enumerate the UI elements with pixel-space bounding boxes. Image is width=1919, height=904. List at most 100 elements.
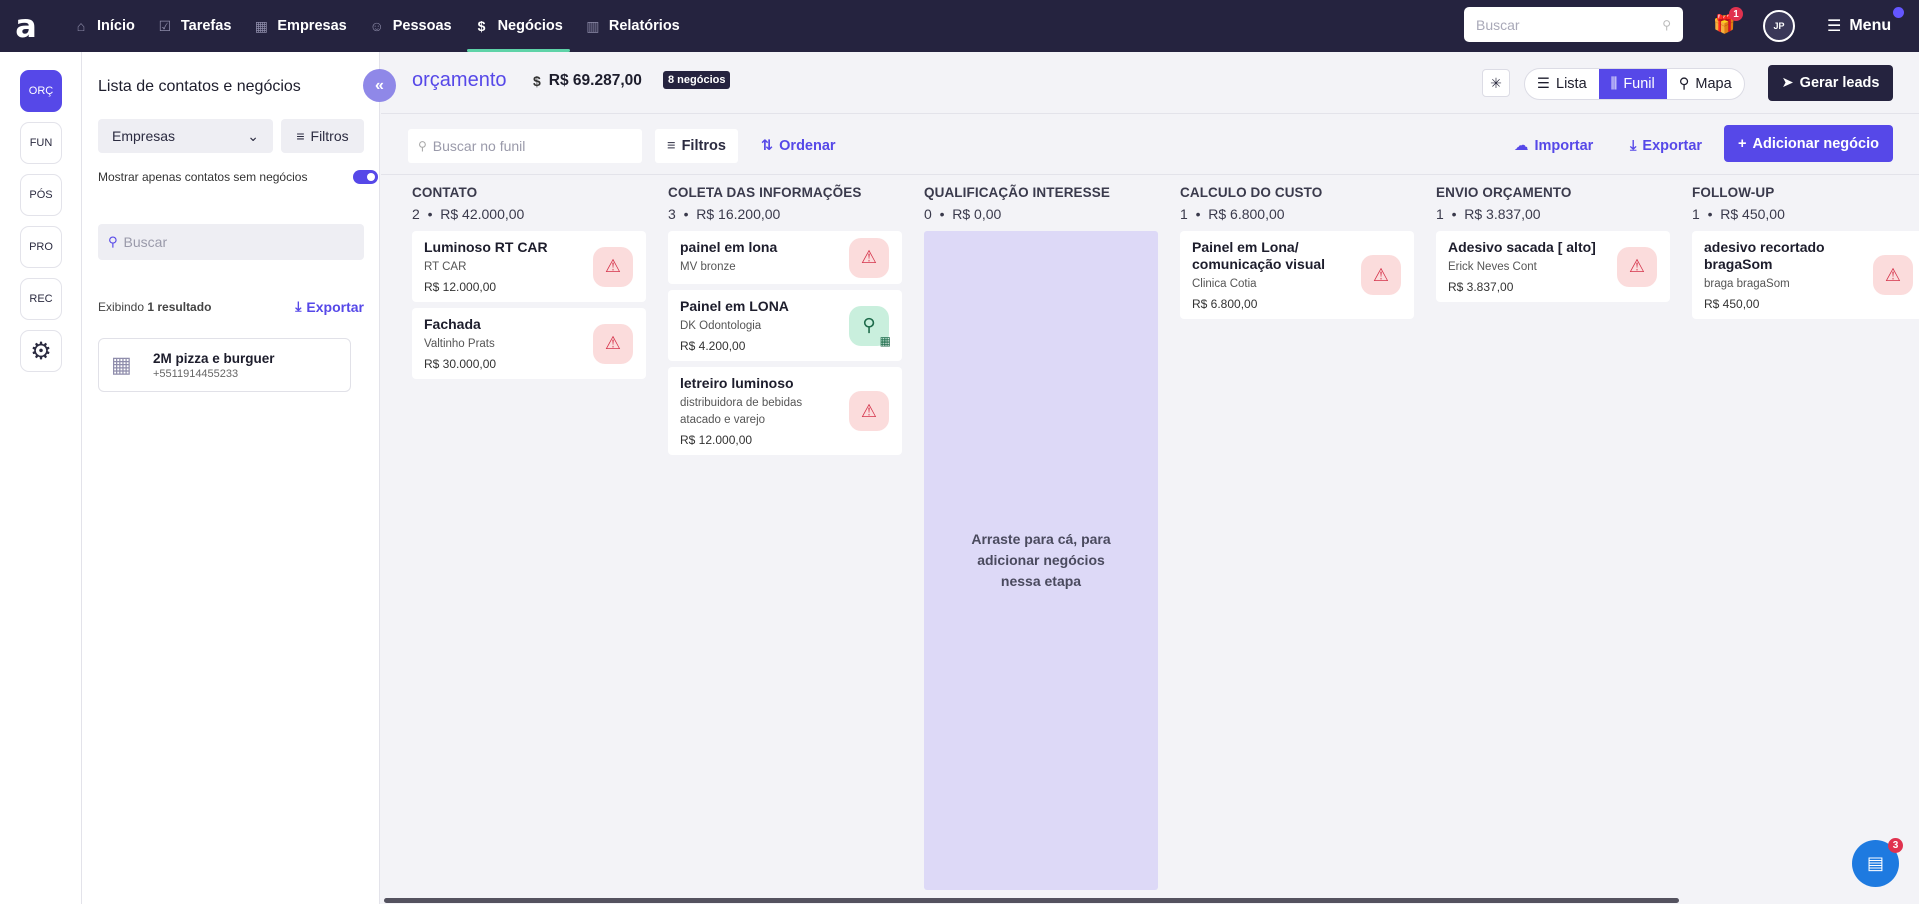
deal-company: DK Odontologia xyxy=(680,320,762,332)
panel-search-input[interactable] xyxy=(123,234,354,250)
deal-card[interactable]: Painel em Lona/ comunicação visual Clinic… xyxy=(1180,231,1414,319)
download-icon: ⤓ xyxy=(295,298,302,314)
nav-item-1[interactable]: ☑ Tarefas xyxy=(150,0,239,52)
pipeline-tab-1[interactable]: FUN xyxy=(20,122,62,164)
nav-item-4[interactable]: $ Negócios xyxy=(466,0,571,52)
gear-icon[interactable]: ⚙ xyxy=(20,330,62,372)
warning-icon[interactable]: ⚠ xyxy=(849,237,889,278)
contact-card[interactable]: ▦ 2M pizza e burguer +5511914455233 xyxy=(98,338,351,392)
nav-item-3[interactable]: ☺ Pessoas xyxy=(362,0,459,52)
import-button[interactable]: ☁ Importar xyxy=(1514,129,1593,163)
deal-card[interactable]: Fachada Valtinho Prats R$ 30.000,00 ⚠ xyxy=(412,308,646,379)
global-search[interactable]: ⚲ xyxy=(1464,7,1683,42)
panel-search[interactable]: ⚲ xyxy=(98,224,364,260)
stage-total: R$ 6.800,00 xyxy=(1208,206,1285,222)
menu-button[interactable]: ☰ Menu xyxy=(1827,0,1891,52)
deal-card[interactable]: painel em lona MV bronze ⚠ xyxy=(668,231,902,284)
deal-card[interactable]: letreiro luminoso distribuidora de bebida… xyxy=(668,367,902,455)
funnel-search-input[interactable] xyxy=(432,138,632,154)
pipeline-tab-0[interactable]: ORÇ xyxy=(20,70,62,112)
pipeline-header: orçamento $ R$ 69.287,00 8 negócios ✳ ☰ L… xyxy=(381,52,1919,114)
entity-select[interactable]: Empresas ⌄ xyxy=(98,119,273,153)
main-nav: ⌂ Início ☑ Tarefas ▦ Empresas ☺ Pessoas $ Negócio… xyxy=(66,0,695,52)
deal-value: R$ 12.000,00 xyxy=(680,433,753,447)
deal-card[interactable]: Painel em LONA DK Odontologia R$ 4.200,00 ⚲… xyxy=(668,290,902,361)
stage-column: QUALIFICAÇÃO INTERESSE 0 • R$ 0,00 Arraste… xyxy=(924,185,1158,890)
nav-item-label: Negócios xyxy=(497,18,563,34)
app-logo[interactable]: a xyxy=(0,0,52,52)
deal-card[interactable]: adesivo recortado bragaSom braga bragaSom… xyxy=(1692,231,1919,319)
deal-card[interactable]: Luminoso RT CAR RT CAR R$ 12.000,00 ⚠ xyxy=(412,231,646,302)
main-area: orçamento $ R$ 69.287,00 8 negócios ✳ ☰ L… xyxy=(381,52,1919,904)
pipeline-rail: ⚙ ORÇ FUN PÓS PRO REC xyxy=(0,52,82,904)
panel-export-button[interactable]: ⤓ Exportar xyxy=(295,298,364,315)
stage-cards: painel em lona MV bronze ⚠ Painel em LONA DK… xyxy=(668,231,902,455)
sort-icon: ⇅ xyxy=(761,138,774,154)
deal-title: Fachada xyxy=(424,316,481,332)
warning-icon[interactable]: ⚠ xyxy=(593,323,633,364)
stage-title: COLETA DAS INFORMAÇÕES xyxy=(668,185,862,200)
upload-cloud-icon: ☁ xyxy=(1514,138,1529,154)
view-option-2[interactable]: ⚲ Mapa xyxy=(1667,69,1744,99)
deal-company: Clinica Cotia xyxy=(1192,278,1257,290)
location-pin-icon[interactable]: ⚲ ▦ xyxy=(849,305,891,348)
deal-title: letreiro luminoso xyxy=(680,375,794,391)
empty-drop-zone[interactable]: Arraste para cá, para adicionar negócios… xyxy=(924,231,1158,890)
building-icon: ▦ xyxy=(111,352,132,377)
view-option-label: Lista xyxy=(1556,76,1587,92)
deal-value: R$ 450,00 xyxy=(1704,297,1760,311)
only-without-deals-toggle[interactable] xyxy=(353,170,378,184)
stage-title: ENVIO ORÇAMENTO xyxy=(1436,185,1572,200)
nav-item-2[interactable]: ▦ Empresas xyxy=(246,0,353,52)
warning-icon[interactable]: ⚠ xyxy=(593,246,633,287)
global-search-input[interactable] xyxy=(1476,16,1663,33)
warning-icon[interactable]: ⚠ xyxy=(1617,246,1657,287)
deal-company: Erick Neves Cont xyxy=(1448,261,1537,273)
stage-cards: Luminoso RT CAR RT CAR R$ 12.000,00 ⚠ Fachad… xyxy=(412,231,646,379)
funnel-filters-button[interactable]: ≡ Filtros xyxy=(655,129,738,163)
view-option-1[interactable]: ⫼ Funil xyxy=(1598,69,1667,99)
deal-card[interactable]: Adesivo sacada [ alto] Erick Neves Cont R$… xyxy=(1436,231,1670,302)
deal-title: Painel em LONA xyxy=(680,298,789,314)
funnel-search[interactable]: ⚲ xyxy=(408,129,642,163)
deal-company: Valtinho Prats xyxy=(424,338,495,350)
pipeline-total-value: R$ 69.287,00 xyxy=(548,72,642,89)
stage-total: R$ 3.837,00 xyxy=(1464,206,1541,222)
stage-meta: 1 • R$ 6.800,00 xyxy=(1180,206,1414,222)
pipeline-title[interactable]: orçamento xyxy=(412,69,507,92)
warning-icon[interactable]: ⚠ xyxy=(1873,255,1913,295)
rocket-icon: ➤ xyxy=(1781,75,1794,91)
generate-leads-button[interactable]: ➤ Gerar leads xyxy=(1768,65,1893,101)
nav-item-0[interactable]: ⌂ Início xyxy=(66,0,142,52)
notification-badge: 1 xyxy=(1729,7,1743,21)
separator-dot: • xyxy=(931,206,953,222)
pipeline-tab-2[interactable]: PÓS xyxy=(20,174,62,216)
export-button[interactable]: ⤓ Exportar xyxy=(1630,129,1702,163)
stage-count: 1 xyxy=(1436,206,1444,222)
nav-item-5[interactable]: ▥ Relatórios xyxy=(578,0,687,52)
entity-select-value: Empresas xyxy=(112,128,176,144)
view-option-0[interactable]: ☰ Lista xyxy=(1525,69,1599,99)
stage-total: R$ 450,00 xyxy=(1720,206,1785,222)
search-icon: ⚲ xyxy=(418,139,427,153)
collapse-panel-button[interactable]: « xyxy=(363,69,396,102)
contact-name: 2M pizza e burguer xyxy=(153,350,275,366)
chat-button[interactable]: ▤ 3 xyxy=(1852,838,1903,887)
add-deal-button[interactable]: + Adicionar negócio xyxy=(1724,125,1893,162)
search-icon: ⚲ xyxy=(1662,17,1671,32)
person-icon: ☺ xyxy=(369,18,384,34)
pipeline-tab-3[interactable]: PRO xyxy=(20,226,62,268)
warning-icon[interactable]: ⚠ xyxy=(1361,255,1401,295)
panel-filters-button[interactable]: ≡ Filtros xyxy=(281,119,364,153)
user-avatar[interactable]: JP xyxy=(1763,10,1795,42)
gift-icon[interactable]: 🎁 1 xyxy=(1713,7,1743,36)
pipeline-tab-4[interactable]: REC xyxy=(20,278,62,320)
warning-icon[interactable]: ⚠ xyxy=(849,391,889,431)
stage-column: COLETA DAS INFORMAÇÕES 3 • R$ 16.200,00 pa… xyxy=(668,185,902,461)
map-icon: ⚲ xyxy=(1678,76,1690,92)
horizontal-scrollbar[interactable] xyxy=(384,898,1679,903)
pipeline-settings-icon[interactable]: ✳ xyxy=(1482,69,1510,97)
home-icon: ⌂ xyxy=(76,18,86,34)
sort-button[interactable]: ⇅ Ordenar xyxy=(761,129,836,163)
separator-dot: • xyxy=(1699,206,1721,222)
